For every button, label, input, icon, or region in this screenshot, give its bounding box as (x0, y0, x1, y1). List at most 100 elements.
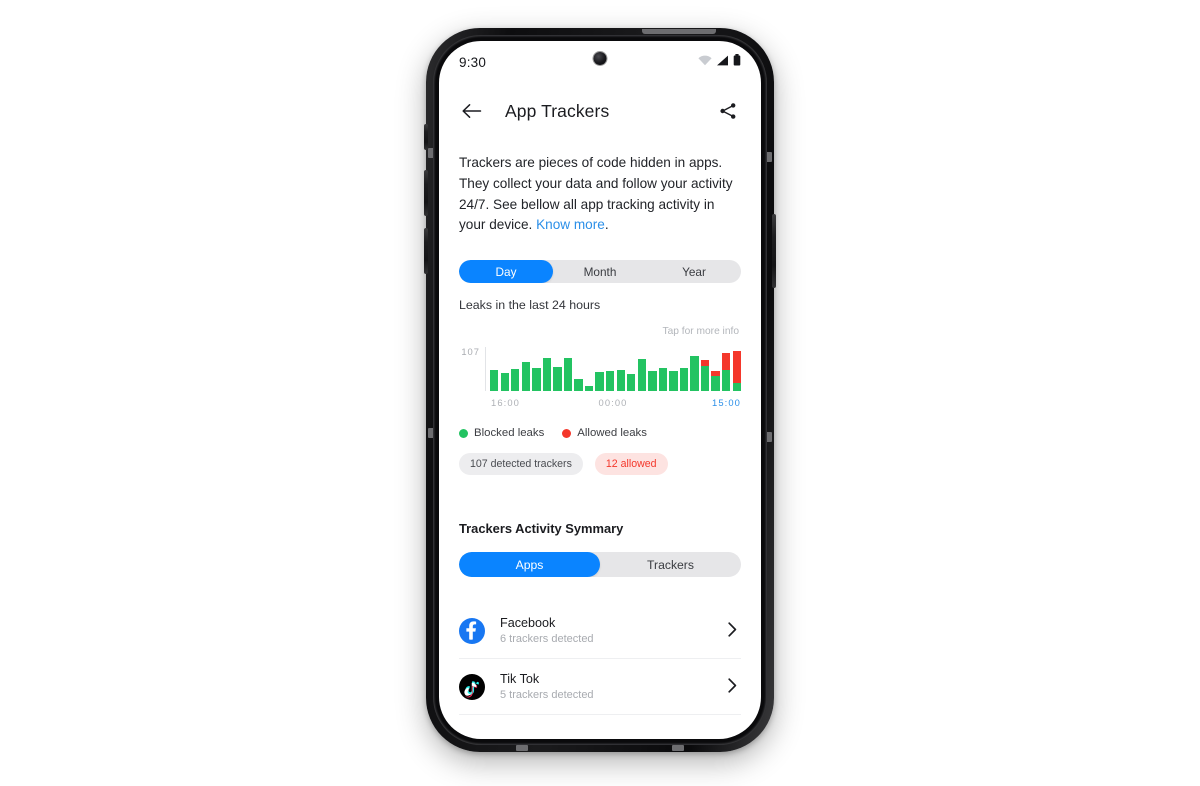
chart-bar (700, 359, 710, 392)
legend-label-blocked: Blocked leaks (474, 427, 545, 440)
chart-bar-blocked-segment (679, 368, 689, 392)
chevron-right-icon[interactable] (728, 678, 741, 696)
phone-screen: 9:30 App Trackers Trackers are pieces of… (439, 41, 761, 739)
chart-bar (722, 353, 731, 392)
chart-bar-blocked-segment (584, 386, 594, 392)
power-button[interactable] (772, 214, 776, 288)
summary-section-title: Trackers Activity Symmary (459, 521, 624, 537)
phone-device-frame: 9:30 App Trackers Trackers are pieces of… (424, 28, 776, 752)
chart-bars (490, 347, 741, 392)
chart-bar-blocked-segment (542, 358, 552, 392)
chart-bar (584, 386, 594, 392)
chart-bar (500, 372, 509, 392)
screenshot-canvas: 9:30 App Trackers Trackers are pieces of… (0, 0, 1200, 786)
chart-bar (490, 369, 499, 392)
know-more-link[interactable]: Know more (536, 217, 605, 232)
red-dot-icon (562, 428, 572, 438)
intro-period: . (604, 217, 609, 233)
volume-up-button[interactable] (424, 170, 428, 216)
chart-bar-blocked-segment (500, 372, 509, 392)
chevron-right-icon[interactable] (728, 622, 741, 640)
main-content: Trackers are pieces of code hidden in ap… (439, 153, 761, 716)
facebook-icon (459, 617, 485, 644)
tap-for-more-info-hint: Tap for more info (662, 326, 739, 338)
y-axis-max-label: 107 (461, 346, 480, 358)
share-button[interactable] (715, 98, 741, 124)
status-icons (698, 53, 741, 71)
app-name: Facebook (500, 616, 556, 631)
chart-plot-area: 107 (459, 346, 741, 392)
y-axis-line (485, 347, 487, 392)
chart-badges: 107 detected trackers 12 allowed (459, 453, 741, 476)
chart-bar-blocked-segment (606, 370, 615, 392)
chart-bar (627, 373, 636, 392)
back-button[interactable] (459, 98, 485, 124)
chart-heading: Leaks in the last 24 hours (459, 298, 601, 313)
list-item-meta: Facebook 6 trackers detected (500, 616, 728, 645)
silent-switch-button[interactable] (424, 124, 428, 150)
chart-bar-blocked-segment (532, 368, 541, 392)
list-item[interactable]: Facebook 6 trackers detected (459, 603, 741, 660)
chart-bar-blocked-segment (658, 367, 668, 392)
app-list: Facebook 6 trackers detected Tik Tok 5 t… (459, 603, 741, 716)
range-option-day[interactable]: Day (459, 260, 553, 284)
legend-item-blocked: Blocked leaks (459, 427, 544, 439)
chart-bar-blocked-segment (511, 368, 520, 392)
summary-tabs[interactable]: Apps Trackers (459, 552, 741, 578)
chart-bar (648, 370, 657, 392)
status-bar: 9:30 (439, 41, 761, 83)
tab-trackers[interactable]: Trackers (600, 552, 741, 577)
chart-bar (532, 368, 541, 392)
app-subtitle: 5 trackers detected (500, 689, 594, 702)
legend-item-allowed: Allowed leaks (562, 427, 647, 439)
chart-bar-allowed-segment (722, 353, 731, 370)
status-time: 9:30 (459, 54, 487, 70)
chart-bar (690, 355, 699, 392)
x-axis-labels: 16:00 00:00 15:00 (485, 397, 741, 411)
frame-accent-bottom-a (516, 745, 528, 751)
x-tick-left: 16:00 (491, 397, 520, 409)
chart-bar (616, 369, 625, 392)
share-icon (720, 103, 736, 119)
intro-paragraph: Trackers are pieces of code hidden in ap… (459, 153, 737, 236)
range-option-month[interactable]: Month (553, 260, 647, 283)
x-tick-center: 00:00 (598, 397, 628, 409)
chart-bar (732, 350, 741, 392)
range-option-year[interactable]: Year (647, 260, 741, 283)
chart-bar-allowed-segment (732, 350, 741, 383)
chart-bar (511, 368, 520, 392)
app-subtitle: 6 trackers detected (500, 633, 594, 646)
chart-bar-blocked-segment (637, 359, 647, 392)
tab-apps[interactable]: Apps (459, 552, 600, 578)
chart-bar (606, 370, 615, 392)
chart-bar (595, 371, 604, 392)
list-item[interactable]: Tik Tok 5 trackers detected (459, 659, 741, 716)
app-name: Tik Tok (500, 672, 540, 687)
volume-down-button[interactable] (424, 228, 428, 274)
chart-legend: Blocked leaks Allowed leaks (459, 427, 741, 439)
chart-bar (563, 358, 573, 392)
frame-antenna-seam (642, 29, 716, 34)
green-dot-icon (459, 428, 468, 438)
chart-bar-blocked-segment (648, 370, 657, 392)
chart-bar-blocked-segment (722, 369, 731, 392)
app-bar: App Trackers (439, 83, 761, 139)
status-badge-detected-trackers: 107 detected trackers (459, 453, 583, 476)
chart-bar-blocked-segment (732, 382, 741, 392)
chart-bar (679, 368, 689, 392)
chart-bar-blocked-segment (553, 367, 562, 392)
leaks-chart[interactable]: Tap for more info 107 16:00 00:00 15:00 (459, 326, 741, 476)
chart-bar-blocked-segment (574, 378, 583, 392)
legend-label-allowed: Allowed leaks (577, 427, 647, 440)
cellular-signal-icon (716, 53, 729, 71)
page-title: App Trackers (505, 100, 610, 121)
front-camera-punch-hole (593, 52, 607, 65)
list-item-meta: Tik Tok 5 trackers detected (500, 672, 728, 701)
x-tick-right: 15:00 (712, 397, 741, 409)
chart-bar-blocked-segment (669, 371, 678, 392)
chart-bar-blocked-segment (711, 375, 720, 392)
chart-bar (542, 358, 552, 392)
time-range-segmented-control[interactable]: Day Month Year (459, 260, 741, 284)
chart-bar (637, 359, 647, 392)
chart-bar (574, 378, 583, 392)
